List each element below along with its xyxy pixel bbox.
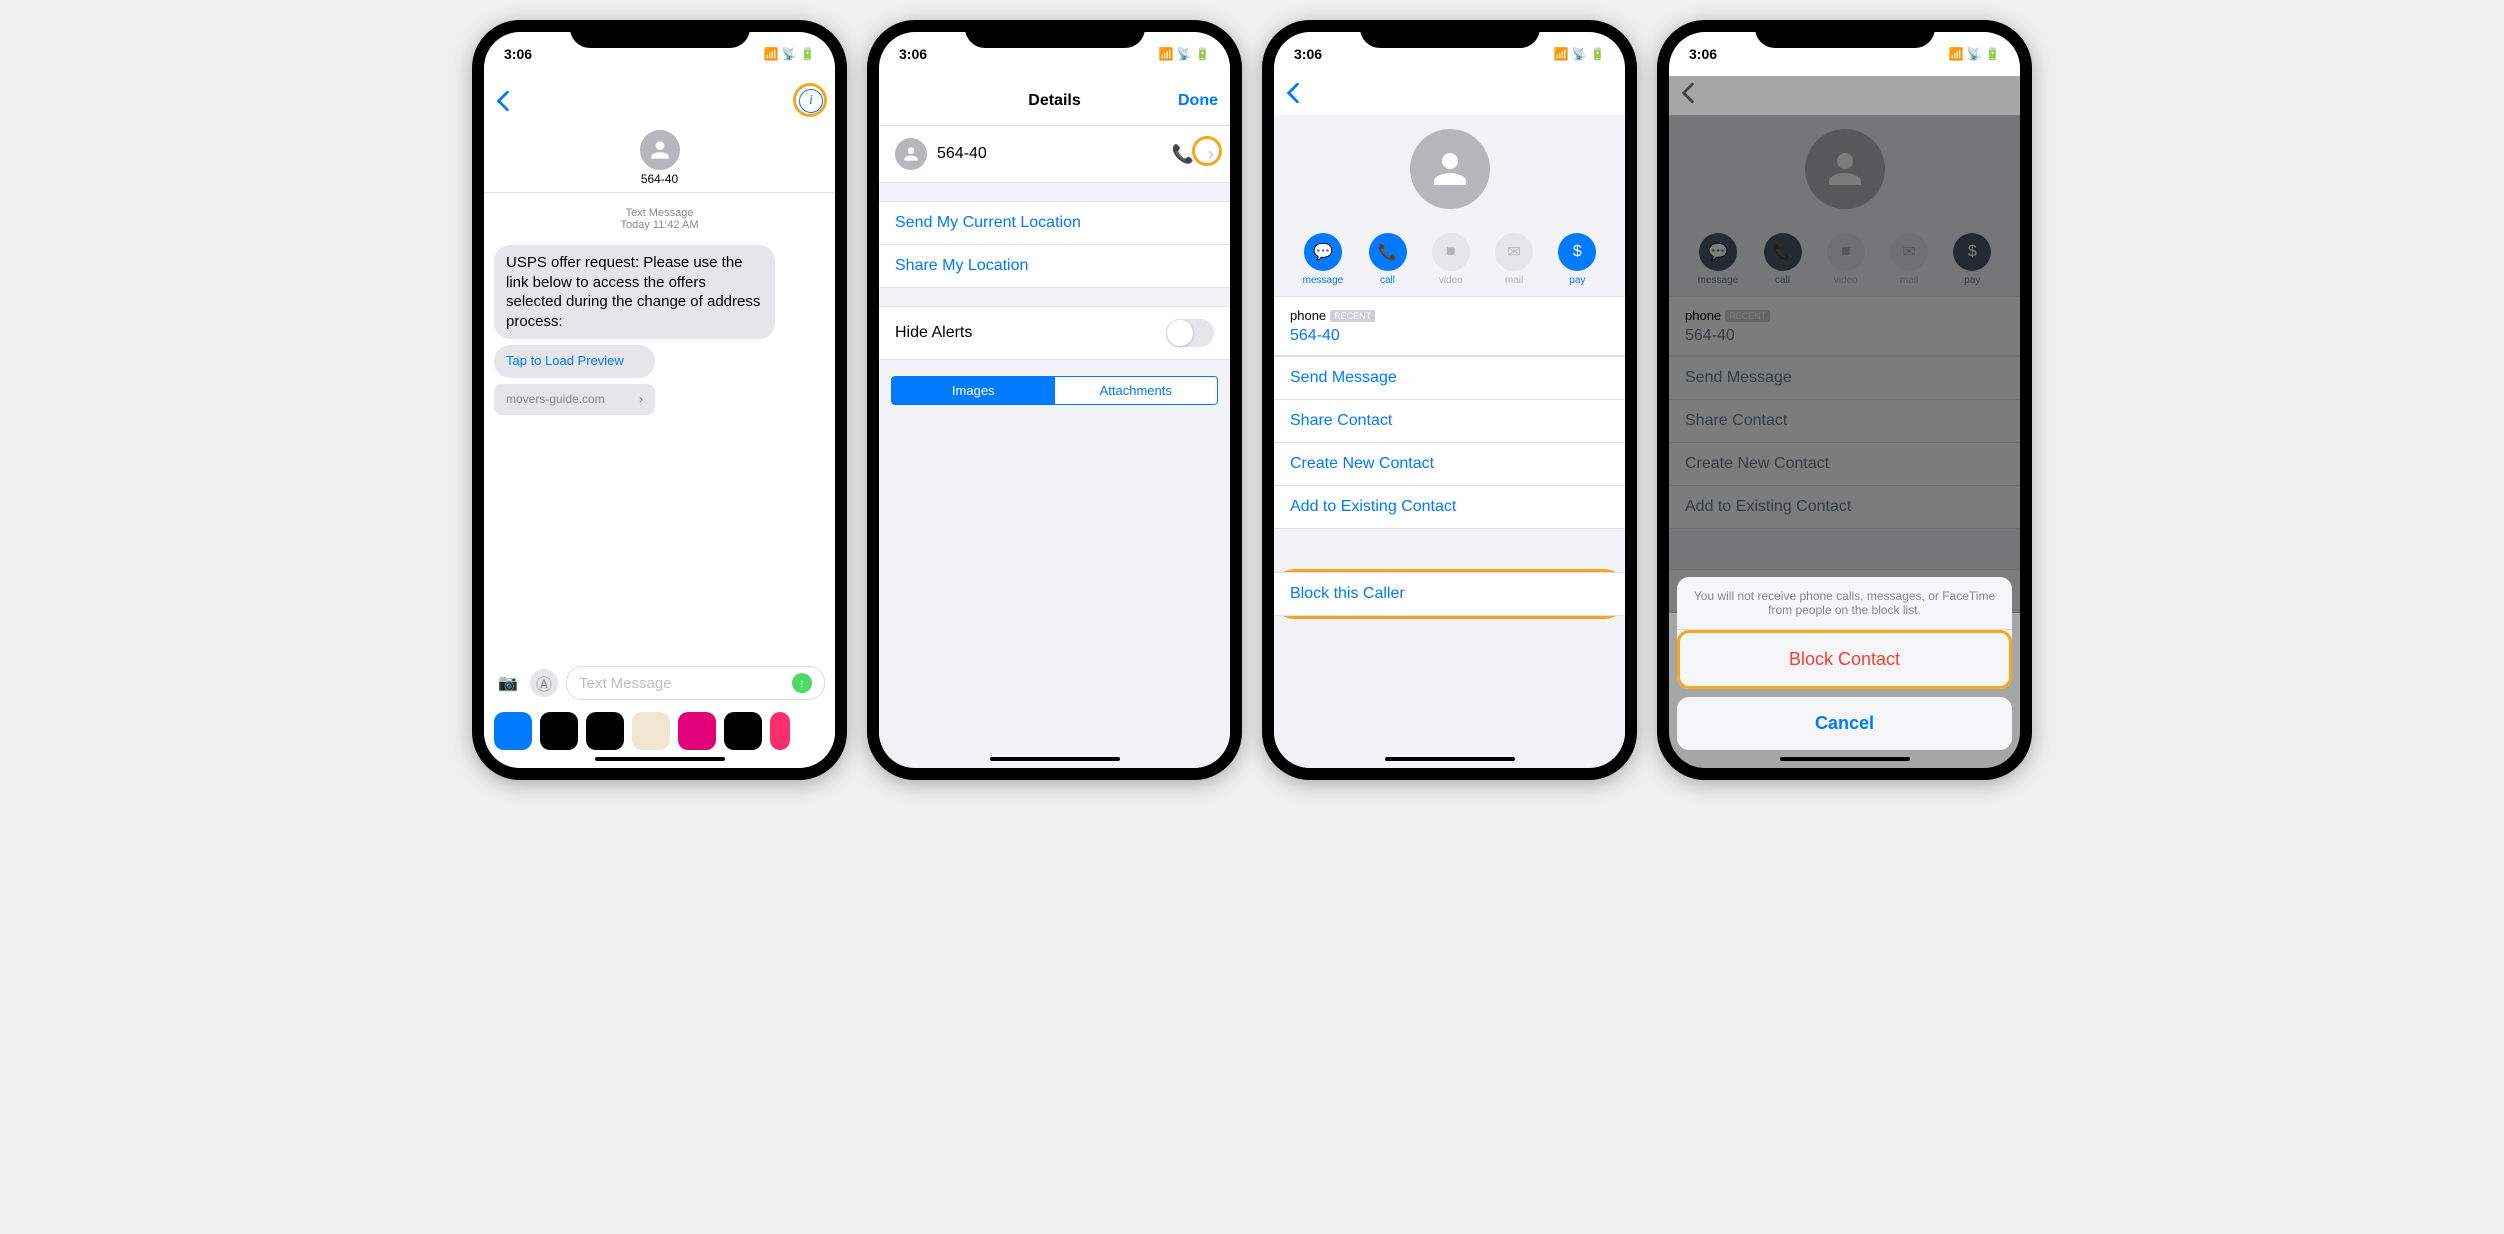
home-indicator[interactable] bbox=[1780, 757, 1910, 761]
alerts-group: Hide Alerts bbox=[879, 306, 1230, 360]
send-icon[interactable]: ↑ bbox=[792, 673, 812, 693]
phone-section[interactable]: phone RECENT 564-40 bbox=[1274, 296, 1625, 356]
apps-button[interactable]: Ⓐ bbox=[530, 669, 558, 697]
share-contact-button[interactable]: Share Contact bbox=[1274, 400, 1625, 443]
contact-content[interactable]: 💬message 📞call ■video ✉mail $pay phone RE… bbox=[1274, 115, 1625, 768]
safari-app-icon[interactable] bbox=[678, 712, 716, 750]
app-store-icon[interactable] bbox=[494, 712, 532, 750]
contact-number: 564-40 bbox=[937, 145, 987, 163]
add-existing-button[interactable]: Add to Existing Contact bbox=[1274, 486, 1625, 529]
block-caller-button[interactable]: Block this Caller bbox=[1274, 572, 1625, 616]
avatar-small-icon bbox=[895, 138, 927, 170]
home-indicator[interactable] bbox=[595, 757, 725, 761]
navbar-details: Details Done bbox=[879, 76, 1230, 126]
contact-header: 564-40 bbox=[484, 126, 835, 193]
avatar-icon bbox=[640, 130, 680, 170]
notch bbox=[1755, 20, 1935, 48]
compose-area: 📷 Ⓐ Text Message↑ bbox=[484, 660, 835, 756]
pay-icon: $ bbox=[1558, 233, 1596, 271]
app-drawer[interactable] bbox=[484, 706, 835, 756]
mail-button: ✉mail bbox=[1495, 233, 1533, 286]
phone-3-frame: 3:06 📶 📡 🔋 💬message 📞call ■video ✉mail $… bbox=[1262, 20, 1637, 780]
phone-icon[interactable]: 📞 bbox=[1172, 144, 1194, 165]
phone-icon: 📞 bbox=[1369, 233, 1407, 271]
info-button[interactable]: i bbox=[799, 89, 823, 113]
share-location-button[interactable]: Share My Location bbox=[879, 245, 1230, 288]
details-content[interactable]: 564-40 📞 › Send My Current Location Shar… bbox=[879, 126, 1230, 768]
message-meta: Text MessageToday 11:42 AM bbox=[484, 207, 835, 231]
navbar-messages: i bbox=[484, 76, 835, 126]
done-button[interactable]: Done bbox=[1178, 92, 1218, 110]
status-time: 3:06 bbox=[1294, 46, 1322, 62]
tab-attachments[interactable]: Attachments bbox=[1055, 377, 1218, 404]
status-time: 3:06 bbox=[899, 46, 927, 62]
avatar-large bbox=[1410, 129, 1490, 209]
status-icons: 📶 📡 🔋 bbox=[1159, 47, 1211, 61]
status-icons: 📶 📡 🔋 bbox=[1554, 47, 1606, 61]
contact-row[interactable]: 564-40 📞 › bbox=[879, 126, 1230, 183]
notch bbox=[570, 20, 750, 48]
chevron-right-icon: › bbox=[639, 392, 643, 408]
animoji-icon[interactable] bbox=[632, 712, 670, 750]
activity-icon[interactable] bbox=[586, 712, 624, 750]
send-location-button[interactable]: Send My Current Location bbox=[879, 202, 1230, 245]
phone-4-frame: 3:06 📶 📡 🔋 💬message 📞call ■video ✉mail $… bbox=[1657, 20, 2032, 780]
music-app-icon[interactable] bbox=[770, 712, 790, 750]
back-button[interactable] bbox=[496, 90, 510, 112]
message-button[interactable]: 💬message bbox=[1303, 233, 1344, 286]
status-time: 3:06 bbox=[1689, 46, 1717, 62]
pay-button[interactable]: $pay bbox=[1558, 233, 1596, 286]
block-contact-button[interactable]: Block Contact bbox=[1680, 633, 2009, 686]
sheet-description: You will not receive phone calls, messag… bbox=[1677, 577, 2012, 630]
tab-images[interactable]: Images bbox=[892, 377, 1055, 404]
back-row bbox=[1274, 76, 1625, 115]
phone-label: phone bbox=[1290, 308, 1326, 323]
message-bubble[interactable]: USPS offer request: Please use the link … bbox=[494, 245, 775, 339]
status-icons: 📶 📡 🔋 bbox=[764, 47, 816, 61]
back-button[interactable] bbox=[1286, 82, 1300, 104]
segment-control[interactable]: Images Attachments bbox=[891, 376, 1218, 405]
create-contact-button[interactable]: Create New Contact bbox=[1274, 443, 1625, 486]
camera-button[interactable]: 📷 bbox=[494, 669, 522, 697]
url-bubble[interactable]: movers-guide.com› bbox=[494, 384, 655, 416]
hide-alerts-toggle[interactable] bbox=[1166, 319, 1214, 347]
text-input[interactable]: Text Message↑ bbox=[566, 666, 825, 700]
notch bbox=[965, 20, 1145, 48]
screen-4: 3:06 📶 📡 🔋 💬message 📞call ■video ✉mail $… bbox=[1669, 32, 2020, 768]
video-icon: ■ bbox=[1432, 233, 1470, 271]
home-indicator[interactable] bbox=[990, 757, 1120, 761]
apple-pay-icon[interactable] bbox=[540, 712, 578, 750]
page-title: Details bbox=[1028, 92, 1080, 110]
call-button[interactable]: 📞call bbox=[1369, 233, 1407, 286]
location-group: Send My Current Location Share My Locati… bbox=[879, 201, 1230, 288]
screen-2: 3:06 📶 📡 🔋 Details Done 564-40 📞 › Send … bbox=[879, 32, 1230, 768]
highlight-block: Block this Caller bbox=[1274, 569, 1625, 619]
phone-2-frame: 3:06 📶 📡 🔋 Details Done 564-40 📞 › Send … bbox=[867, 20, 1242, 780]
screen-3: 3:06 📶 📡 🔋 💬message 📞call ■video ✉mail $… bbox=[1274, 32, 1625, 768]
hide-alerts-row: Hide Alerts bbox=[879, 307, 1230, 360]
home-indicator[interactable] bbox=[1385, 757, 1515, 761]
info-icon: i bbox=[799, 89, 823, 113]
mail-icon: ✉ bbox=[1495, 233, 1533, 271]
status-time: 3:06 bbox=[504, 46, 532, 62]
action-sheet: You will not receive phone calls, messag… bbox=[1677, 577, 2012, 758]
phone-1-frame: 3:06 📶 📡 🔋 i 564-40 Text MessageToday 11… bbox=[472, 20, 847, 780]
chevron-right-icon[interactable]: › bbox=[1208, 144, 1214, 165]
message-icon: 💬 bbox=[1304, 233, 1342, 271]
phone-number[interactable]: 564-40 bbox=[1290, 327, 1609, 345]
cancel-button[interactable]: Cancel bbox=[1677, 697, 2012, 750]
recent-badge: RECENT bbox=[1330, 310, 1375, 322]
status-icons: 📶 📡 🔋 bbox=[1949, 47, 2001, 61]
send-message-button[interactable]: Send Message bbox=[1274, 356, 1625, 400]
chevron-left-icon bbox=[496, 90, 510, 112]
notch bbox=[1360, 20, 1540, 48]
heart-app-icon[interactable] bbox=[724, 712, 762, 750]
contact-number: 564-40 bbox=[484, 172, 835, 186]
screen-1: 3:06 📶 📡 🔋 i 564-40 Text MessageToday 11… bbox=[484, 32, 835, 768]
messages-content[interactable]: Text MessageToday 11:42 AM USPS offer re… bbox=[484, 193, 835, 768]
hide-alerts-label: Hide Alerts bbox=[895, 324, 972, 342]
preview-bubble[interactable]: Tap to Load Preview bbox=[494, 345, 655, 378]
video-button: ■video bbox=[1432, 233, 1470, 286]
action-buttons: 💬message 📞call ■video ✉mail $pay bbox=[1274, 223, 1625, 296]
